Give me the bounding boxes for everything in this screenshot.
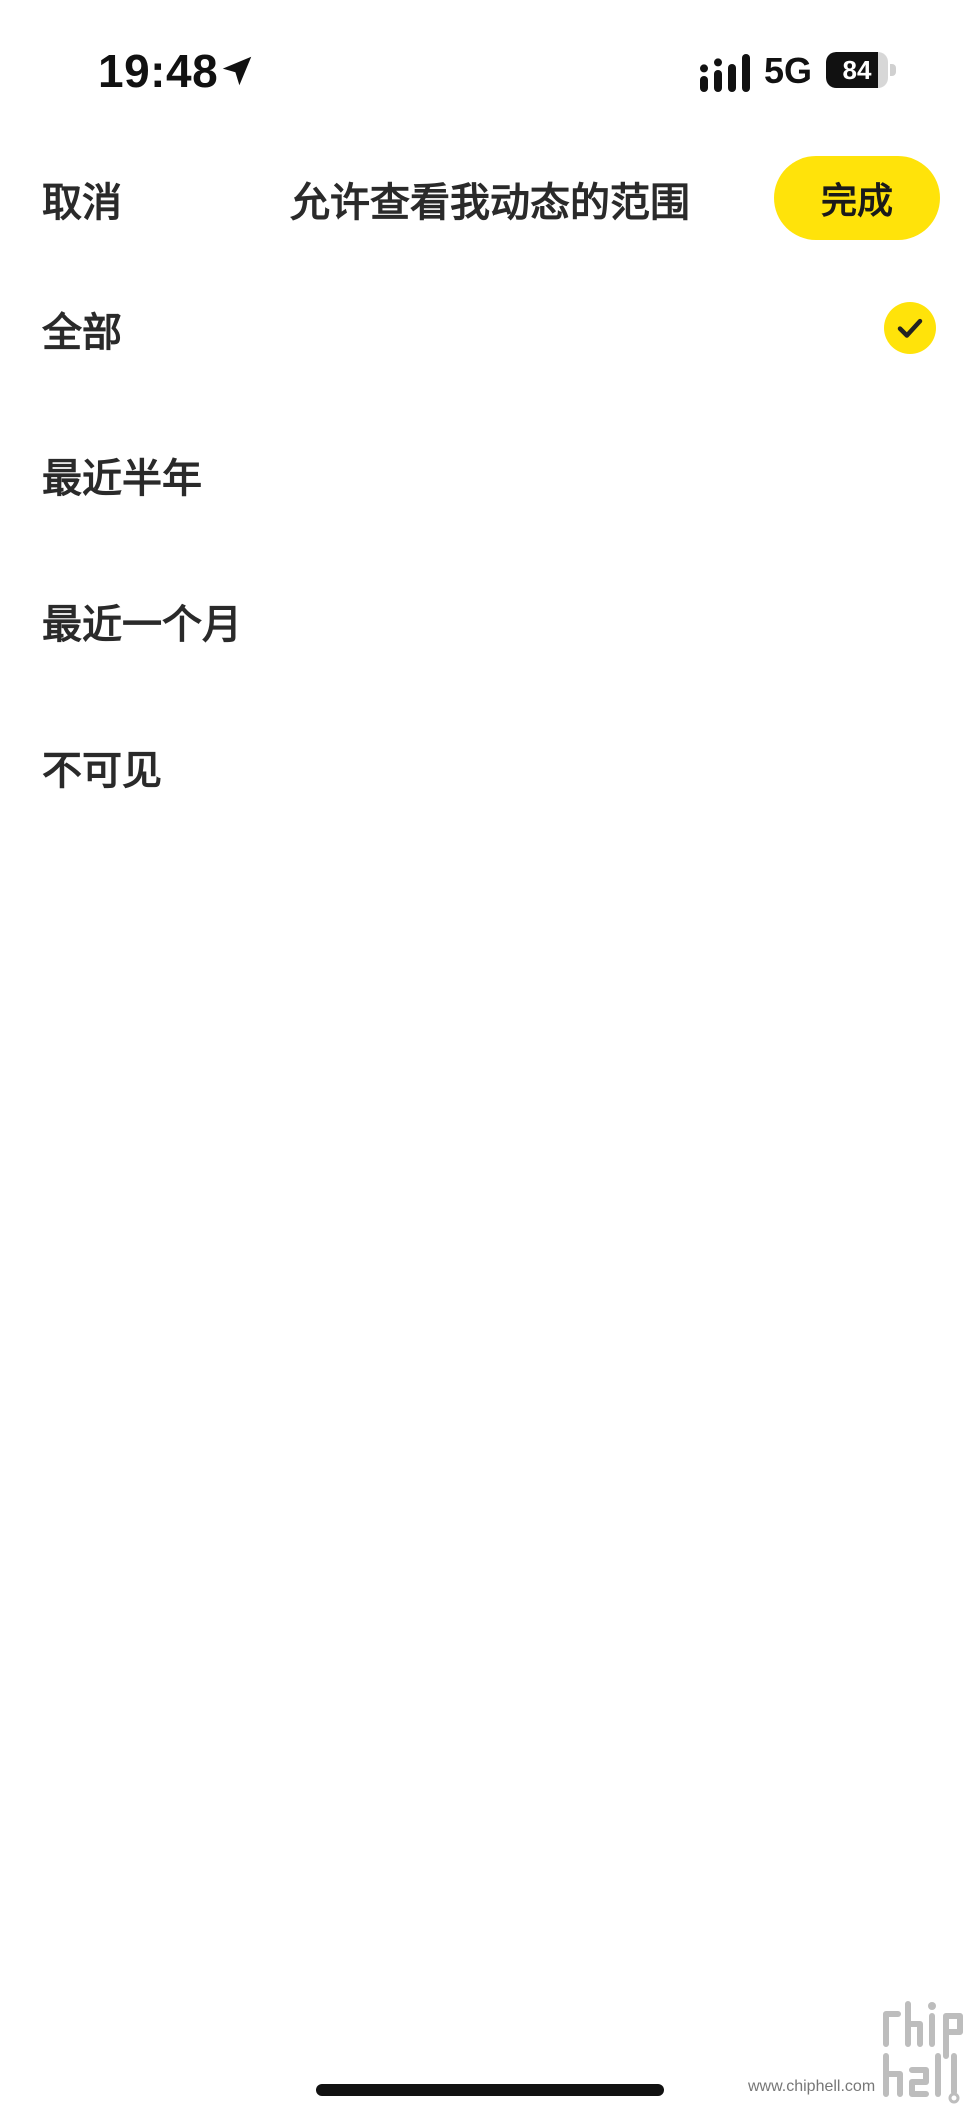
battery-level: 84	[842, 54, 872, 85]
status-time: 19:48	[98, 45, 219, 97]
network-type: 5G	[764, 50, 813, 91]
home-indicator[interactable]	[316, 2084, 664, 2096]
visibility-options-list: 全部 最近半年 最近一个月 不可见	[0, 264, 980, 848]
watermark-text: www.chiphell.com	[748, 2078, 876, 2095]
option-label: 最近半年	[42, 456, 202, 502]
cancel-button[interactable]: 取消	[42, 170, 122, 228]
option-label: 最近一个月	[42, 602, 242, 648]
status-bar: 19:48 5G 84	[0, 0, 980, 140]
option-all[interactable]: 全部	[0, 264, 980, 410]
option-label: 不可见	[42, 748, 162, 794]
watermark: www.chiphell.com	[748, 1996, 968, 2104]
battery-icon: 84	[826, 52, 896, 88]
option-label: 全部	[42, 310, 122, 356]
option-one-month[interactable]: 最近一个月	[0, 556, 980, 702]
signal-icon	[700, 54, 750, 92]
location-arrow-icon	[222, 56, 252, 86]
done-button[interactable]: 完成	[774, 156, 940, 240]
chiphell-logo-icon	[883, 2001, 963, 2104]
option-half-year[interactable]: 最近半年	[0, 410, 980, 556]
option-invisible[interactable]: 不可见	[0, 702, 980, 848]
checkmark-icon	[884, 302, 936, 354]
nav-header: 取消 允许查看我动态的范围 完成	[0, 150, 980, 246]
